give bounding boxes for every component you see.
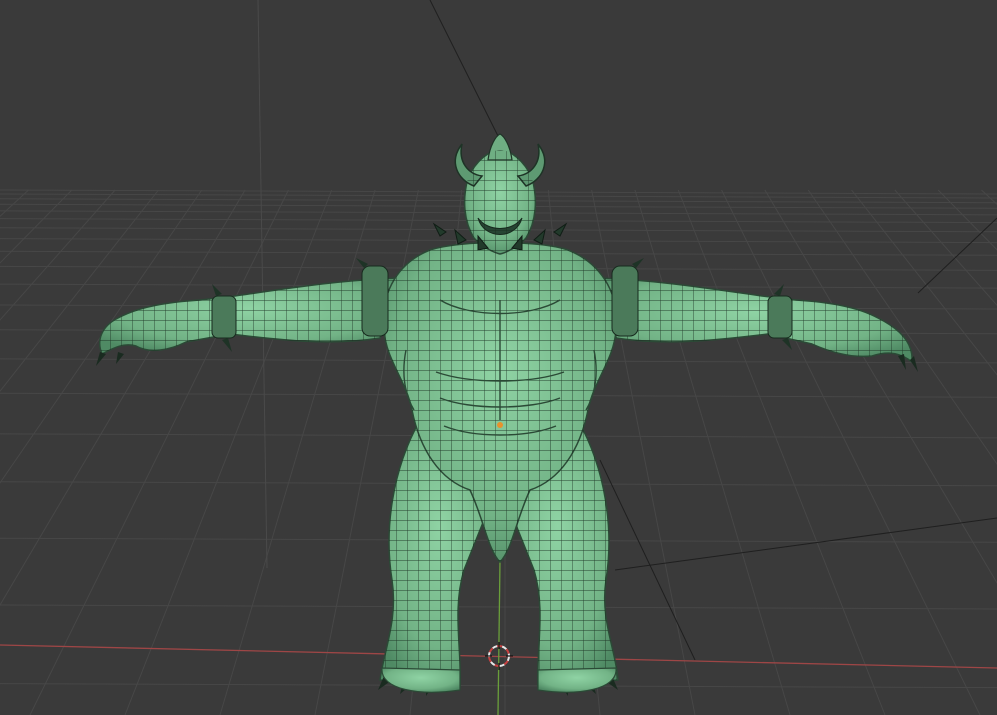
y-axis-line [497,559,501,715]
grid-line [894,189,997,307]
grid-line [0,604,997,610]
grid-line [764,189,997,584]
camera-line [599,459,696,661]
grid-line [0,189,203,484]
left-foot [381,667,461,693]
grid-line [807,189,997,465]
viewport-canvas[interactable] [0,0,997,715]
grid-line [721,189,981,715]
light-line [614,517,997,571]
grid-line [0,189,159,393]
grid-line [29,189,289,715]
grid-line [0,189,29,218]
grid-line [937,189,997,251]
character-mesh[interactable] [96,133,918,696]
grid-line [0,189,246,606]
grid-line [0,189,73,264]
camera-line [429,0,501,141]
grid-line [851,189,997,376]
grid-line [0,189,116,321]
grid-line [219,189,376,715]
object-origin-icon [497,422,503,428]
3d-viewport[interactable] [0,0,997,715]
grid-line [677,189,886,715]
right-foot [537,667,617,693]
grid-line [124,189,333,715]
